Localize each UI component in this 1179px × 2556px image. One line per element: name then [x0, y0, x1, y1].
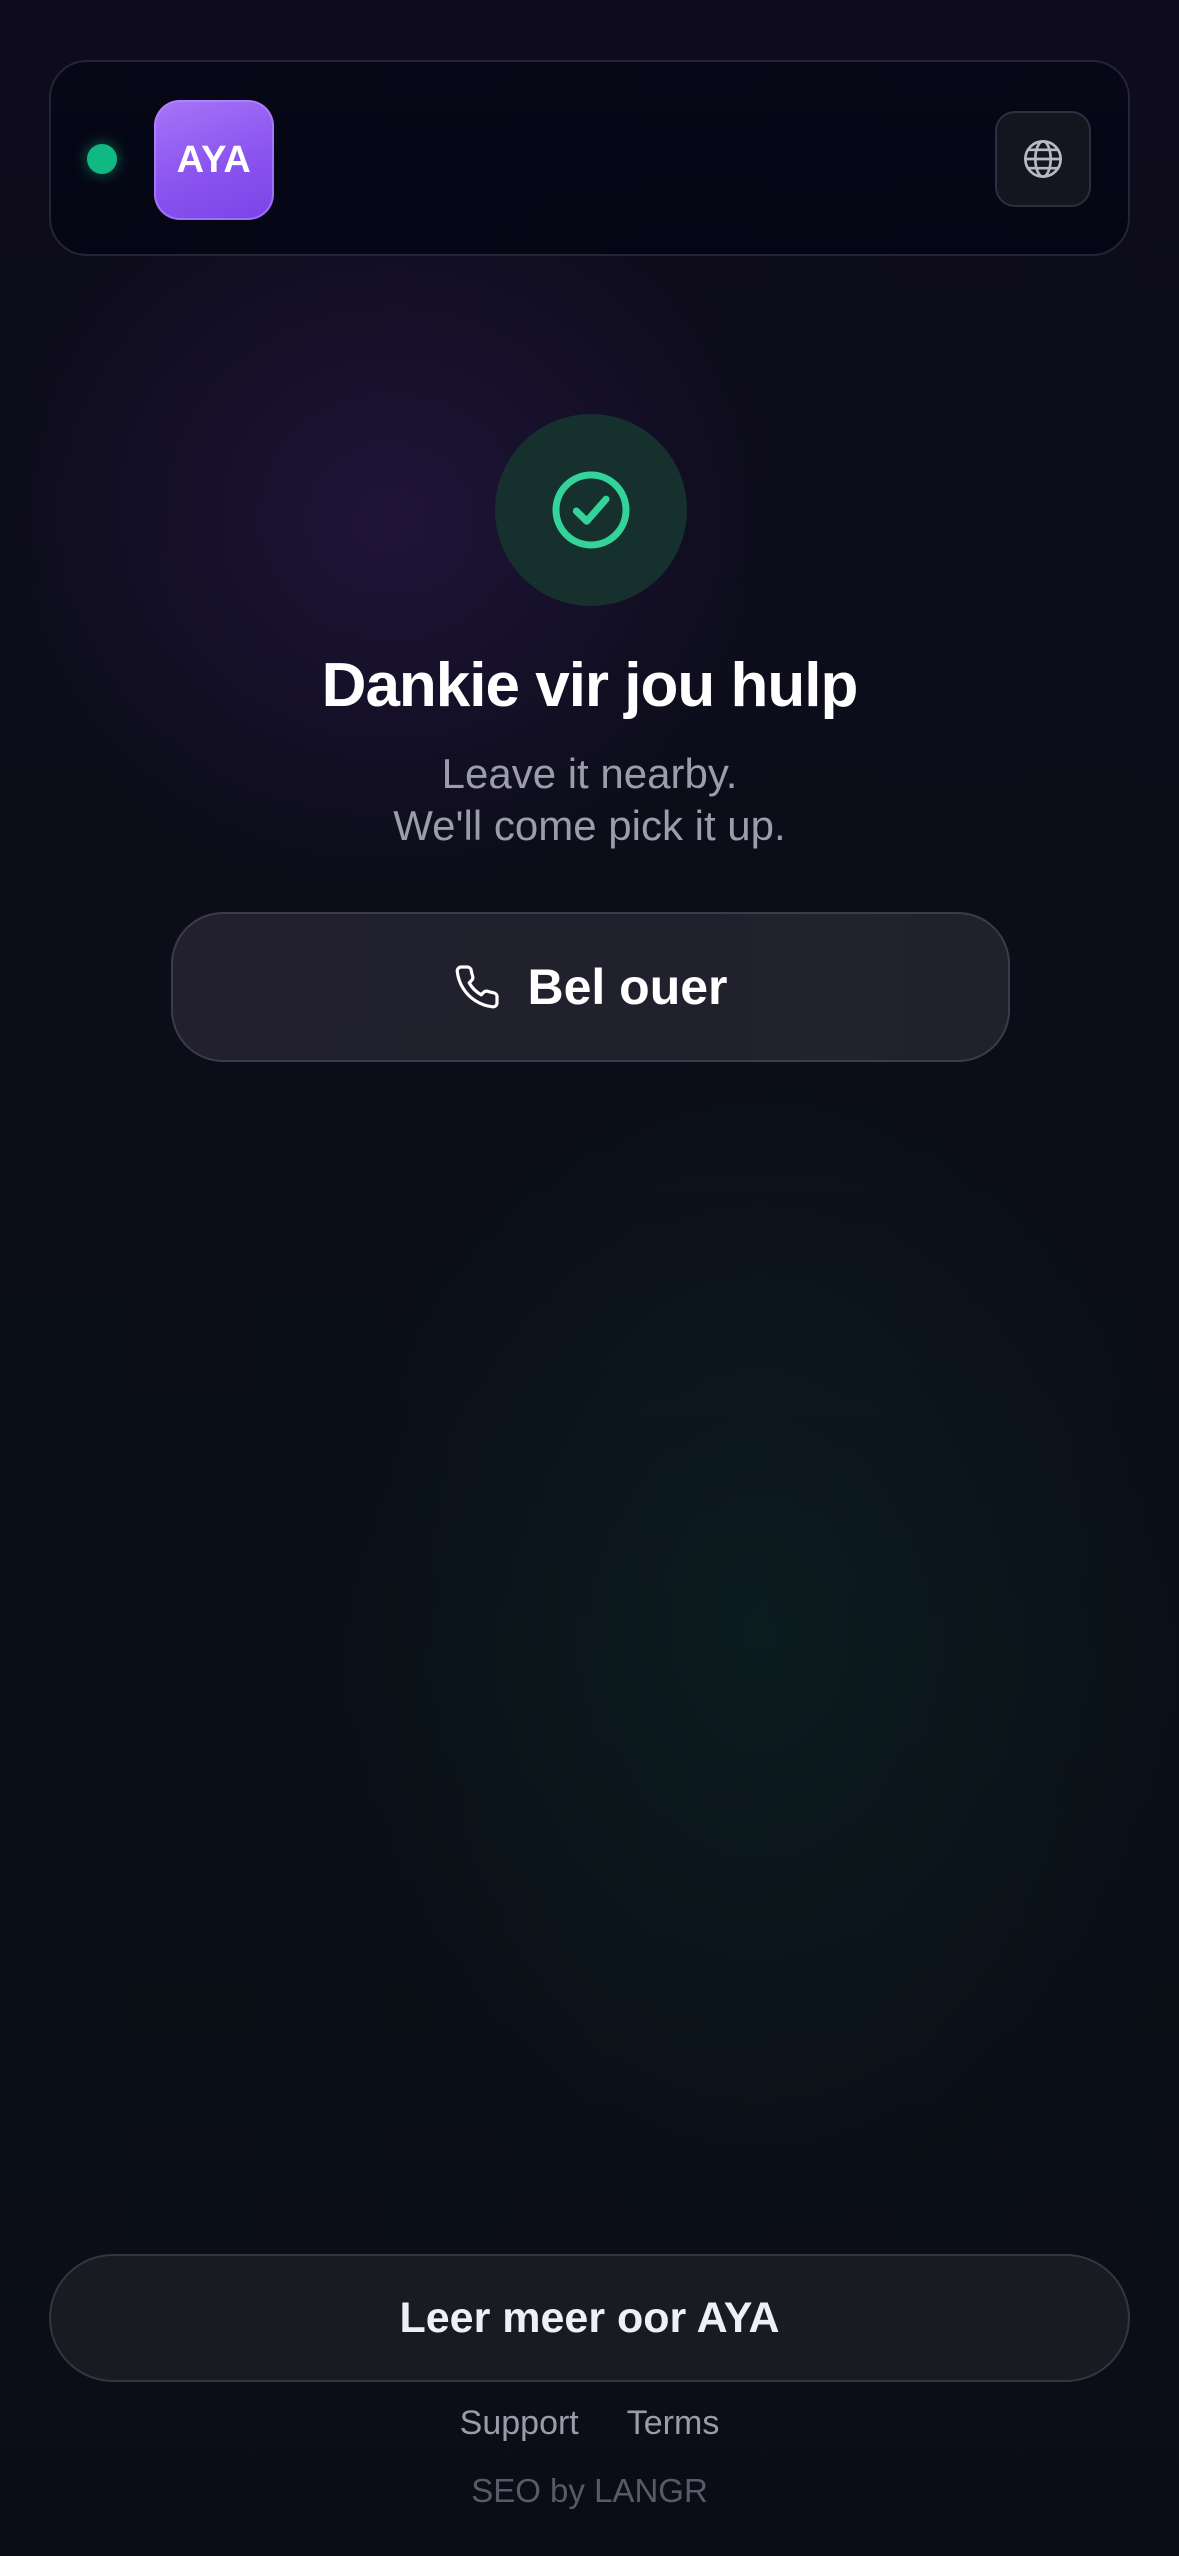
phone-icon	[456, 965, 500, 1009]
language-button[interactable]	[995, 111, 1091, 207]
call-parent-button[interactable]: Bel ouer	[171, 912, 1010, 1062]
globe-icon	[1024, 140, 1062, 178]
header-bar: AYA	[49, 60, 1130, 256]
learn-more-button[interactable]: Leer meer oor AYA	[49, 2254, 1130, 2382]
success-badge	[495, 414, 687, 606]
status-indicator-dot	[87, 144, 117, 174]
logo-text: AYA	[176, 138, 252, 181]
terms-link[interactable]: Terms	[627, 2404, 720, 2443]
subtitle-line-1: Leave it nearby.	[441, 750, 738, 797]
check-circle-icon	[552, 471, 630, 549]
subtitle-line-2: We'll come pick it up.	[393, 802, 786, 849]
footer-links: Support Terms	[0, 2404, 1179, 2443]
page-subtitle: Leave it nearby. We'll come pick it up.	[0, 748, 1179, 852]
call-parent-label: Bel ouer	[527, 959, 728, 1015]
app-logo[interactable]: AYA	[154, 100, 274, 220]
learn-more-label: Leer meer oor AYA	[399, 2293, 780, 2342]
credit-text: SEO by LANGR	[471, 2472, 708, 2509]
page-title: Dankie vir jou hulp	[321, 651, 859, 720]
support-link[interactable]: Support	[460, 2404, 579, 2443]
